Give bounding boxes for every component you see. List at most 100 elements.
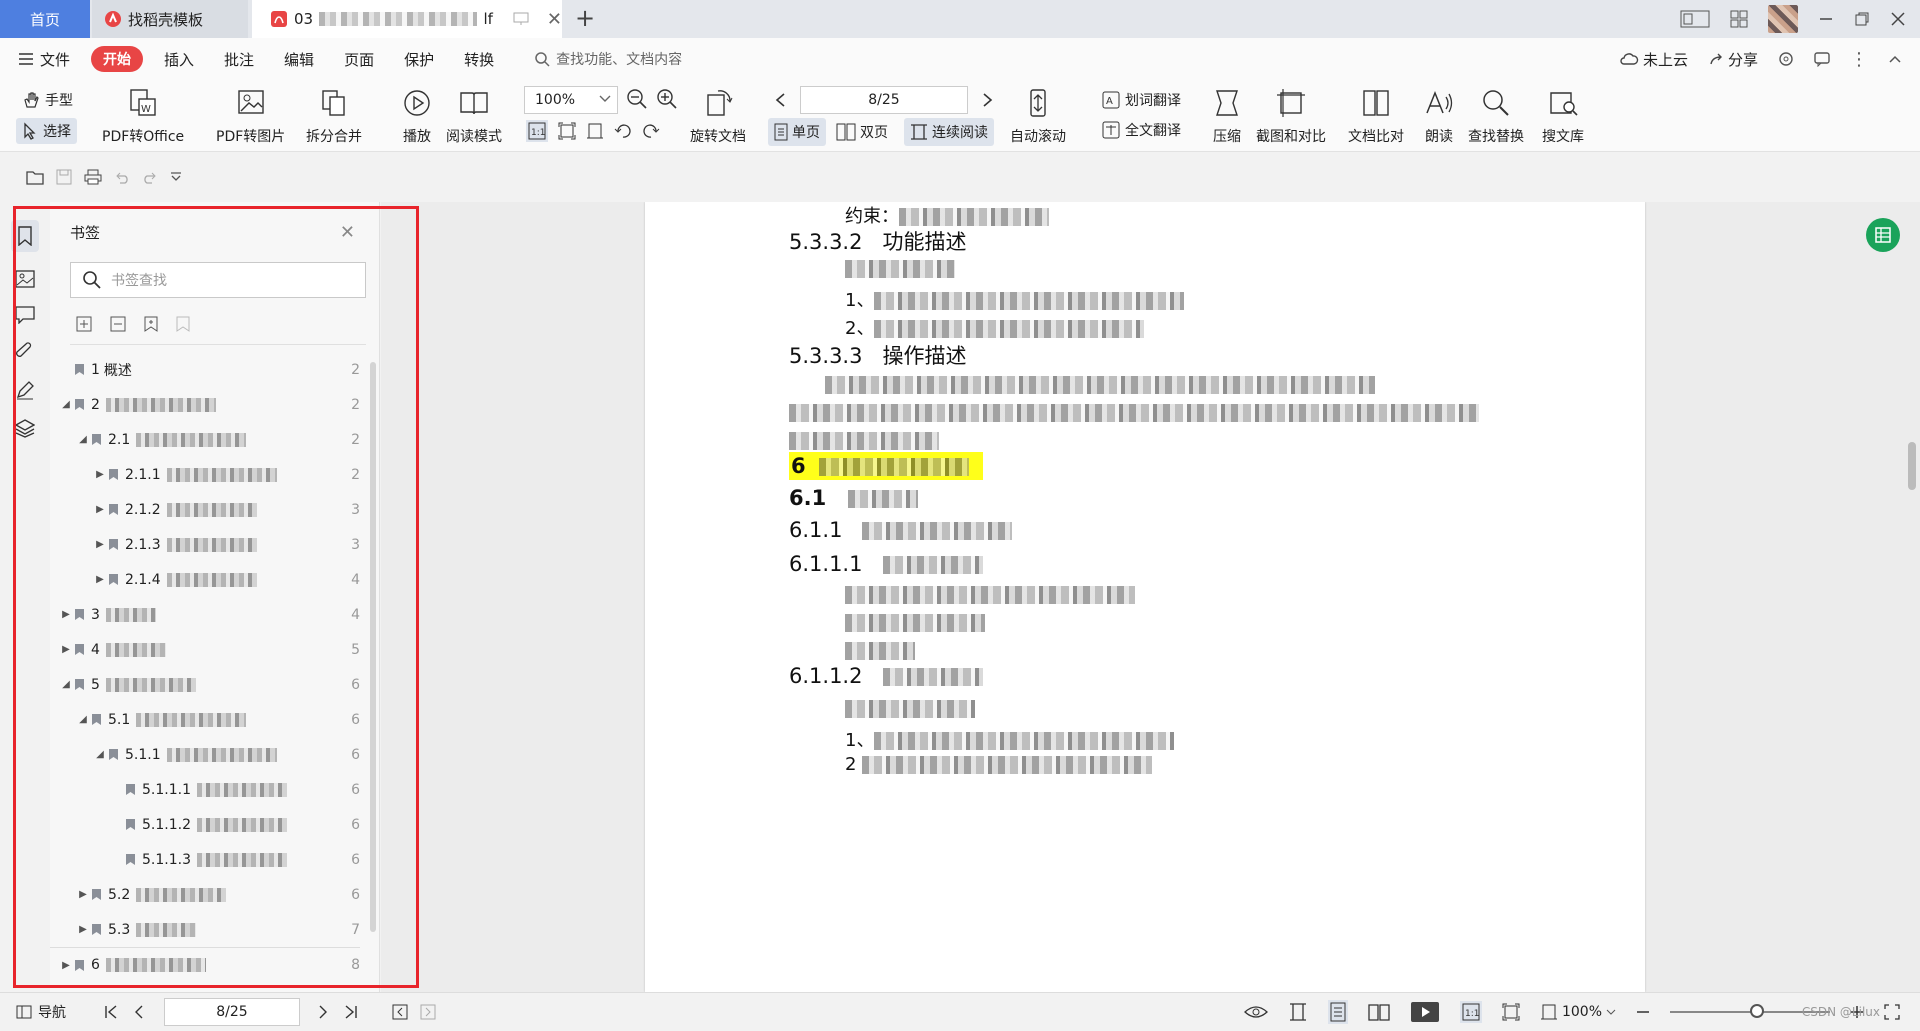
continuous-read-button[interactable]: 连续阅读: [904, 118, 994, 146]
restore-icon[interactable]: [1854, 11, 1870, 27]
more-icon[interactable]: ⋮: [1850, 49, 1868, 70]
zoom-slider-knob[interactable]: [1750, 1004, 1764, 1018]
word-translate-button[interactable]: A 划词翻译: [1102, 90, 1181, 110]
menu-protect[interactable]: 保护: [389, 49, 449, 70]
expand-all-icon[interactable]: [76, 316, 92, 332]
zoom-select[interactable]: 100%: [524, 86, 618, 114]
bookmark-item[interactable]: ◢ 5.1.1 6: [50, 737, 360, 772]
settings-icon[interactable]: [1778, 51, 1794, 67]
bookmark-item[interactable]: 5.1.1.1 6: [50, 772, 360, 807]
bookmark-item[interactable]: ▶ 2.1.3 3: [50, 527, 360, 562]
close-tab-icon[interactable]: ✕: [547, 9, 562, 30]
thumbnail-panel-icon[interactable]: [15, 270, 35, 288]
pdf-to-office-button[interactable]: W PDF转Office: [102, 86, 184, 146]
collapsed-arrow-icon[interactable]: ▶: [94, 539, 106, 550]
zoom-out-icon[interactable]: [1636, 1010, 1650, 1014]
menu-edit[interactable]: 编辑: [269, 49, 329, 70]
play-slideshow-icon[interactable]: [1410, 1001, 1440, 1023]
play-button[interactable]: 播放: [400, 86, 434, 146]
collapse-ribbon-icon[interactable]: [1888, 54, 1902, 64]
menu-annotate[interactable]: 批注: [209, 49, 269, 70]
continuous-view-icon[interactable]: [1288, 1002, 1308, 1022]
bookmark-item[interactable]: ▶ 2.1.2 3: [50, 492, 360, 527]
expanded-arrow-icon[interactable]: ◢: [77, 714, 89, 725]
remove-bookmark-icon[interactable]: [176, 316, 190, 332]
close-icon[interactable]: ✕: [340, 222, 355, 243]
navigation-toggle[interactable]: 导航: [16, 1002, 66, 1022]
fit-page-icon[interactable]: [558, 122, 576, 140]
bookmark-item[interactable]: 5.1.1.3 6: [50, 842, 360, 877]
rotate-document-button[interactable]: 旋转文档: [690, 86, 746, 146]
screenshot-compare-button[interactable]: 截图和对比: [1256, 86, 1326, 146]
collapsed-arrow-icon[interactable]: ▶: [60, 960, 72, 971]
zoom-in-icon[interactable]: [656, 88, 678, 110]
single-page-view-icon[interactable]: [1327, 1000, 1348, 1024]
close-window-icon[interactable]: [1890, 11, 1906, 27]
bookmark-panel-icon[interactable]: [11, 220, 39, 252]
split-merge-button[interactable]: 拆分合并: [306, 86, 362, 146]
rotate-left-icon[interactable]: [614, 122, 632, 140]
menu-convert[interactable]: 转换: [449, 49, 509, 70]
document-scrollbar[interactable]: [1908, 442, 1916, 490]
new-tab-button[interactable]: +: [572, 6, 598, 31]
collapsed-arrow-icon[interactable]: ▶: [94, 504, 106, 515]
collapsed-arrow-icon[interactable]: ▶: [94, 574, 106, 585]
menu-insert[interactable]: 插入: [149, 49, 209, 70]
double-page-view-icon[interactable]: [1368, 1002, 1390, 1022]
bookmark-item[interactable]: ◢ 2.1 2: [50, 422, 360, 457]
compress-button[interactable]: 压缩: [1210, 86, 1244, 146]
tab-home[interactable]: 首页: [0, 0, 90, 38]
select-tool[interactable]: 选择: [16, 118, 77, 144]
find-replace-button[interactable]: 查找替换: [1468, 86, 1524, 146]
customize-dropdown-icon[interactable]: [170, 172, 182, 182]
annotation-panel-icon[interactable]: [15, 306, 35, 324]
bookmark-item[interactable]: 1 概述 2: [50, 352, 360, 387]
bookmark-item[interactable]: ▶ 5.2 6: [50, 877, 360, 912]
prev-page-icon[interactable]: [134, 1005, 144, 1019]
comment-icon[interactable]: [1814, 51, 1830, 67]
save-icon[interactable]: [56, 169, 72, 185]
file-menu[interactable]: 文件: [0, 49, 85, 70]
auto-scroll-button[interactable]: 自动滚动: [1010, 86, 1066, 146]
bookmark-item[interactable]: ▶ 2.1.4 4: [50, 562, 360, 597]
prev-page-icon[interactable]: [774, 92, 786, 108]
spreadsheet-icon[interactable]: [1866, 218, 1900, 252]
open-folder-icon[interactable]: [26, 169, 44, 185]
redo-icon[interactable]: [142, 170, 158, 184]
bookmark-item[interactable]: ▶ 2.1.1 2: [50, 457, 360, 492]
rotate-right-icon[interactable]: [642, 122, 660, 140]
first-page-icon[interactable]: [104, 1005, 118, 1019]
bookmark-item[interactable]: 5.1.1.2 6: [50, 807, 360, 842]
fullscreen-icon[interactable]: [1884, 1004, 1900, 1020]
collapsed-arrow-icon[interactable]: ▶: [60, 609, 72, 620]
tab-templates[interactable]: 找稻壳模板: [92, 0, 248, 38]
expanded-arrow-icon[interactable]: ◢: [60, 399, 72, 410]
bookmark-item[interactable]: ◢ 2 2: [50, 387, 360, 422]
signature-panel-icon[interactable]: [15, 380, 35, 400]
apps-grid-icon[interactable]: [1730, 10, 1748, 28]
function-search[interactable]: 查找功能、文档内容: [535, 49, 682, 69]
bookmark-item[interactable]: ◢ 5.1 6: [50, 702, 360, 737]
read-mode-button[interactable]: 阅读模式: [446, 86, 502, 146]
expanded-arrow-icon[interactable]: ◢: [60, 679, 72, 690]
layers-panel-icon[interactable]: [15, 418, 35, 438]
bookmark-search-input[interactable]: 书签查找: [70, 262, 366, 298]
eye-protect-icon[interactable]: [1244, 1004, 1268, 1020]
menu-page[interactable]: 页面: [329, 49, 389, 70]
tab-document[interactable]: 03 lf ✕: [252, 0, 562, 38]
actual-size-icon[interactable]: 1:1: [526, 120, 548, 142]
expanded-arrow-icon[interactable]: ◢: [77, 434, 89, 445]
undo-icon[interactable]: [114, 170, 130, 184]
bookmark-scrollbar[interactable]: [370, 362, 376, 932]
bookmark-item[interactable]: ▶ 4 5: [50, 632, 360, 667]
hand-tool[interactable]: 手型: [22, 90, 73, 110]
back-icon[interactable]: [392, 1004, 408, 1020]
fit-page-icon[interactable]: [1502, 1003, 1520, 1021]
next-page-icon[interactable]: [982, 92, 994, 108]
collapse-all-icon[interactable]: [110, 316, 126, 332]
minimize-icon[interactable]: [1818, 11, 1834, 27]
actual-size-icon[interactable]: 1:1: [1459, 1001, 1482, 1023]
avatar[interactable]: [1768, 5, 1798, 33]
bookmark-item[interactable]: ◢ 5 6: [50, 667, 360, 702]
full-translate-button[interactable]: 全文翻译: [1102, 120, 1181, 140]
